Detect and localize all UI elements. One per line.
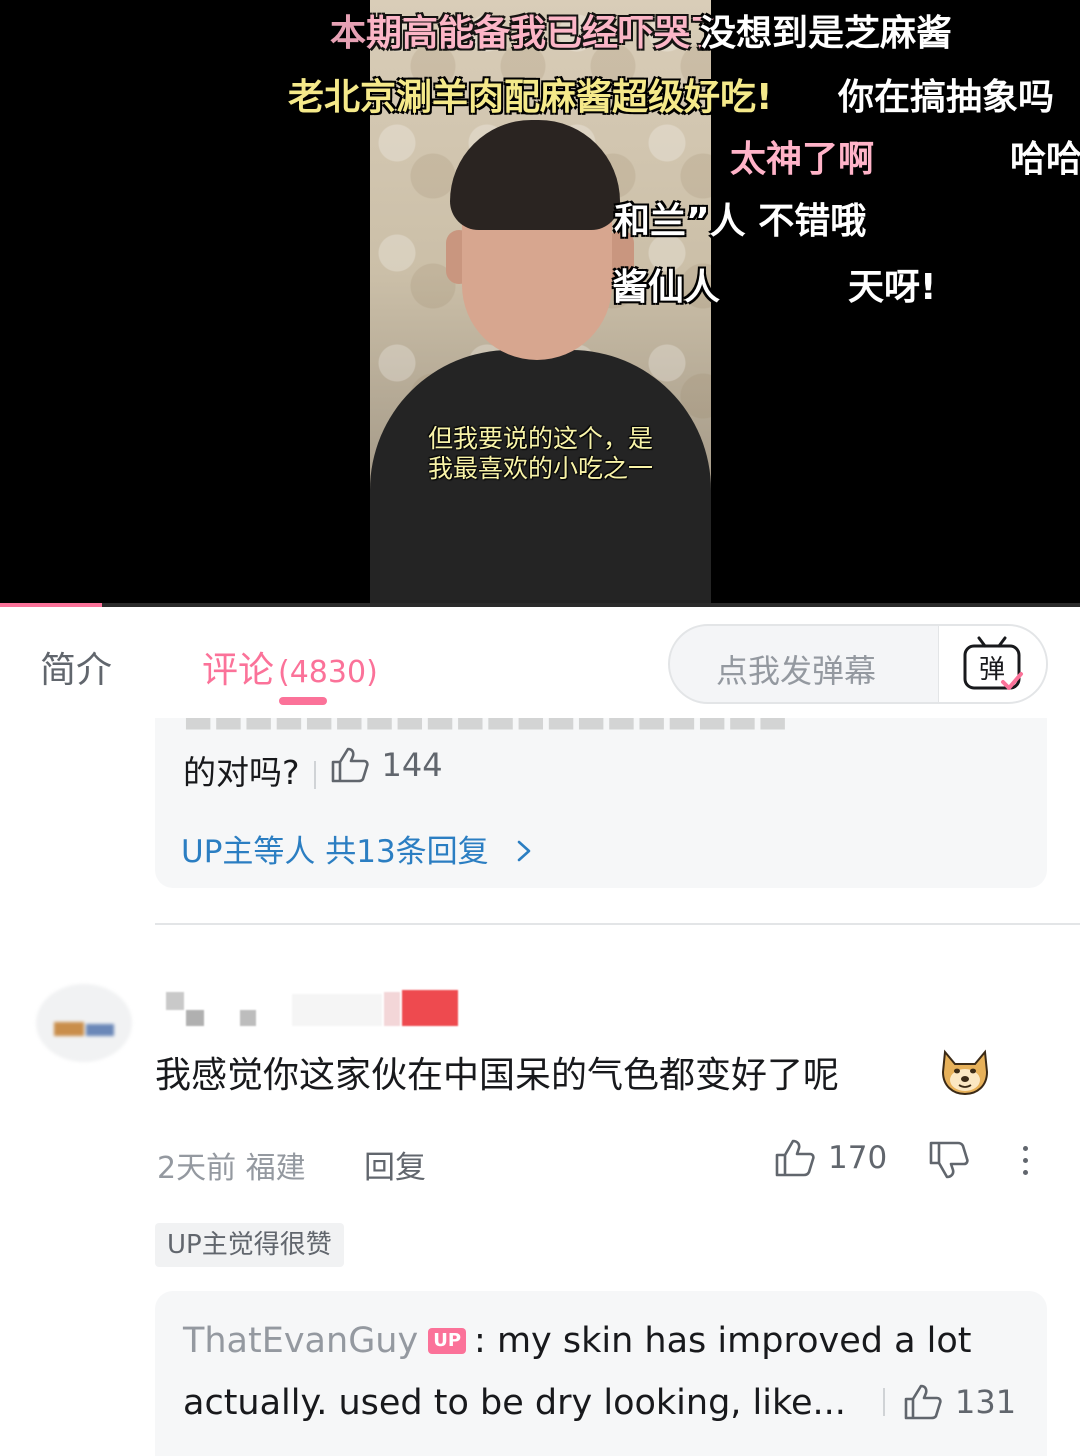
divider (883, 1388, 885, 1416)
reply-text: 的对吗? (183, 753, 300, 792)
username-blurred[interactable] (162, 990, 462, 1030)
dot (1023, 1158, 1028, 1163)
danmaku-toggle[interactable]: 弹 (938, 626, 1046, 702)
comment-time: 2天前 (157, 1151, 237, 1186)
danmaku-icon: 弹 (963, 636, 1023, 690)
blur-block (384, 992, 400, 1026)
danmaku-item: 老北京涮羊肉配麻酱超级好吃! (288, 77, 773, 118)
thumbs-down-icon[interactable] (928, 1140, 970, 1180)
blur-block (402, 990, 458, 1026)
sub-reply-author[interactable]: ThatEvanGuy (183, 1321, 418, 1361)
dot (1023, 1146, 1028, 1151)
comment-meta: 2天前 福建 (157, 1143, 306, 1187)
blur-block (292, 994, 382, 1026)
danmaku-item: 酱仙人 (612, 267, 721, 308)
danmaku-item: 天呀! (848, 267, 937, 308)
comment-divider (155, 923, 1080, 925)
up-badge: UP (428, 1328, 467, 1354)
video-player[interactable]: 但我要说的这个，是 我最喜欢的小吃之一 本期高能备我已经吓哭了 没想到是芝麻酱 … (0, 0, 1080, 607)
subtitle-line: 我最喜欢的小吃之一 (427, 454, 653, 483)
tab-intro[interactable]: 简介 (40, 641, 112, 693)
reply-like-button[interactable]: 144 (330, 746, 443, 784)
chevron-right-icon (517, 840, 530, 862)
blur-block (240, 1010, 256, 1026)
danmaku-item: 你在搞抽象吗 (838, 77, 1055, 118)
divider (313, 760, 316, 789)
video-subtitle: 但我要说的这个，是 我最喜欢的小吃之一 (370, 424, 711, 484)
blur-block (166, 992, 184, 1010)
send-danmaku-button[interactable]: 点我发弹幕 弹 (668, 624, 1048, 704)
blur-block (186, 1010, 204, 1026)
comment-location: 福建 (245, 1151, 306, 1186)
avatar-shape (54, 1022, 84, 1036)
doge-icon (941, 1049, 989, 1096)
sub-reply-text: actually. used to be dry looking, like..… (183, 1383, 846, 1423)
sub-replies-box[interactable]: ThatEvanGuy UP : my skin has improved a lo… (155, 1291, 1047, 1456)
active-tab-indicator (279, 697, 327, 705)
comment-text: 我感觉你这家伙在中国呆的气色都变好了呢 (155, 1055, 840, 1096)
reply-button[interactable]: 回复 (364, 1142, 426, 1187)
danmaku-icon-label: 弹 (979, 655, 1005, 685)
up-liked-tag: UP主觉得很赞 (155, 1223, 344, 1267)
like-button[interactable]: 170 (774, 1138, 887, 1178)
like-count: 170 (828, 1140, 888, 1176)
view-replies-link[interactable]: UP主等人 共13条回复 (181, 826, 535, 871)
subtitle-line: 但我要说的这个，是 (427, 424, 653, 453)
truncated-text: ▬▬▬▬▬▬▬▬▬▬▬▬▬▬▬▬▬▬▬▬ (183, 718, 788, 740)
danmaku-item: 没想到是芝麻酱 (700, 13, 953, 54)
sub-reply-text: : my skin has improved a lot (474, 1321, 972, 1361)
avatar[interactable] (36, 984, 132, 1062)
reply-like-count: 144 (381, 746, 443, 784)
dot (1023, 1170, 1028, 1175)
tab-comments[interactable]: 评论 (4830) (202, 641, 378, 693)
reply-text-tail: 的对吗? 144 (183, 746, 443, 794)
replies-preview-box: ▬▬▬▬▬▬▬▬▬▬▬▬▬▬▬▬▬▬▬▬ 的对吗? 144 UP主等人 共13条回… (155, 718, 1047, 888)
danmaku-item: 本期高能备我已经吓哭了 (330, 13, 727, 54)
more-options-icon[interactable] (1010, 1140, 1040, 1180)
danmaku-item: 哈哈 (1010, 139, 1080, 180)
sub-reply-like-count: 131 (955, 1383, 1017, 1421)
danmaku-item: 太神了啊 (730, 139, 875, 180)
view-replies-label: UP主等人 共13条回复 (181, 834, 489, 870)
thumbs-up-icon (331, 747, 369, 783)
thumbs-up-icon (775, 1139, 815, 1177)
avatar-shape (86, 1024, 114, 1036)
tab-comments-label: 评论 (202, 650, 275, 691)
danmaku-item: 和兰”人 不错哦 (614, 201, 867, 242)
comment-count: (4830) (278, 655, 378, 690)
thumbs-up-icon (904, 1384, 942, 1420)
danmaku-placeholder: 点我发弹幕 (716, 652, 877, 690)
sub-reply-line: ThatEvanGuy UP : my skin has improved a lo… (183, 1321, 972, 1361)
tab-bar: 简介 评论 (4830) 点我发弹幕 弹 (0, 607, 1080, 718)
sub-reply-like-button[interactable]: 131 (883, 1383, 1016, 1421)
